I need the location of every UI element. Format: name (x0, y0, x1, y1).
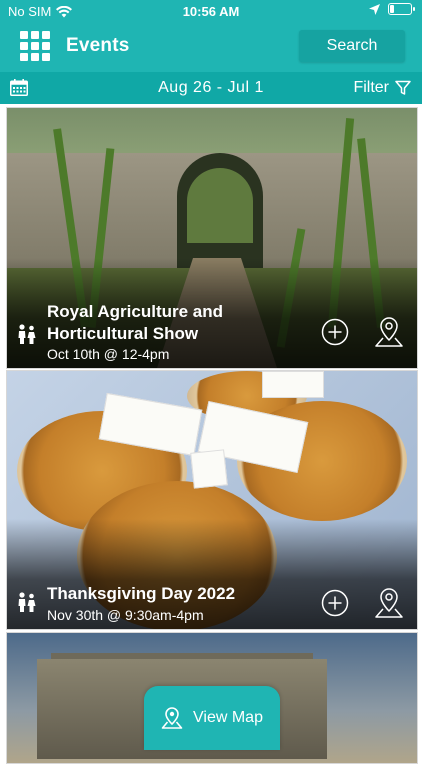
map-pin-icon[interactable] (374, 587, 404, 619)
map-pin-icon[interactable] (374, 316, 404, 348)
location-arrow-icon (369, 3, 380, 15)
view-map-label: View Map (193, 709, 263, 726)
map-pin-icon (161, 707, 183, 729)
app-header: Events Search (0, 22, 422, 72)
event-time: Nov 30th @ 9:30am-4pm (47, 607, 204, 623)
filter-button[interactable]: Filter (353, 79, 411, 97)
page-title: Events (66, 35, 130, 56)
battery-icon (388, 3, 415, 15)
filter-funnel-icon (395, 80, 411, 95)
search-button[interactable]: Search (299, 30, 405, 62)
event-card[interactable]: Royal Agriculture and Horticultural Show… (6, 107, 418, 369)
view-map-button[interactable]: View Map (144, 686, 280, 750)
menu-grid-icon[interactable] (20, 31, 50, 61)
event-card[interactable]: Thanksgiving Day 2022 Nov 30th @ 9:30am-… (6, 370, 418, 630)
clock: 10:56 AM (182, 4, 240, 19)
status-bar: No SIM 10:56 AM (0, 0, 422, 22)
family-icon (18, 592, 36, 612)
date-filter-bar: Aug 26 - Jul 1 Filter (0, 72, 422, 104)
family-icon (18, 324, 36, 344)
event-time: Oct 10th @ 12-4pm (47, 346, 170, 362)
add-event-icon[interactable] (321, 318, 349, 346)
event-title: Royal Agriculture and Horticultural Show (47, 302, 224, 343)
filter-label: Filter (353, 79, 389, 96)
event-title: Thanksgiving Day 2022 (47, 584, 236, 603)
add-event-icon[interactable] (321, 589, 349, 617)
